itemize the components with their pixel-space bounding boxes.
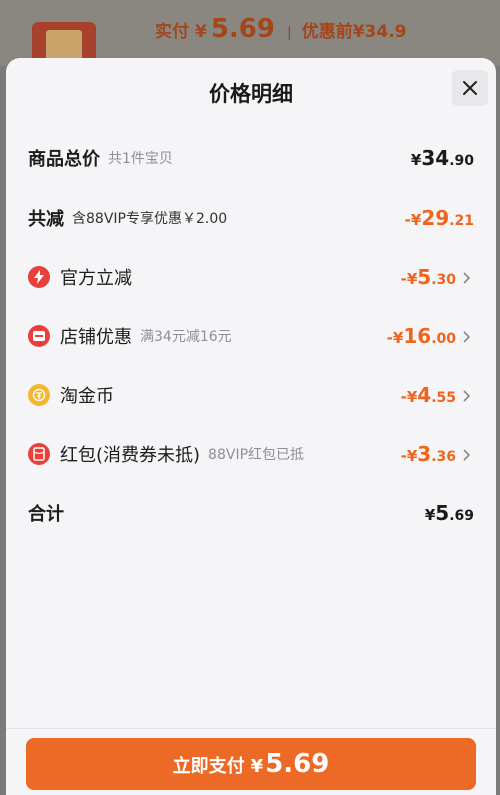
goods-count: 共1件宝贝 [108,151,173,167]
row-sum: 合计 ¥ 5 .69 [28,493,474,533]
original-price: 优惠前¥34.9 [301,22,407,42]
chevron-right-icon [462,389,474,403]
pay-button-currency: ¥ [250,756,264,777]
lightning-icon [28,266,50,288]
total-discount-prefix: -¥ [404,211,422,229]
red-packet-int: 3 [417,442,432,466]
red-packet-dec: .36 [431,449,456,465]
sum-value: ¥ 5 .69 [425,501,474,525]
tao-coins-dec: .55 [431,390,456,406]
tao-coins-label: 淘金币 [60,386,114,407]
price-separator: | [287,25,292,41]
goods-total-int: 34 [421,146,450,170]
sum-int: 5 [435,501,450,525]
chevron-right-icon [462,271,474,285]
chevron-right-icon [462,330,474,344]
store-discount-prefix: -¥ [386,329,404,347]
paid-currency: ¥ [195,22,207,42]
close-button[interactable] [452,70,488,106]
pay-now-button[interactable]: 立即支付 ¥ 5.69 [26,738,476,790]
row-red-packet[interactable]: 红包(消费券未抵) 88VIP红包已抵 -¥ 3 .36 [28,434,474,474]
red-packet-prefix: -¥ [400,447,418,465]
store-discount-value: -¥ 16 .00 [387,324,474,348]
bottom-divider [6,728,496,729]
red-packet-note: 88VIP红包已抵 [208,447,305,463]
goods-total-currency: ¥ [410,151,422,169]
pay-button-label: 立即支付 [172,756,245,777]
red-packet-icon [28,443,50,465]
coin-icon [28,384,50,406]
store-discount-rule: 满34元减16元 [140,329,232,345]
store-coupon-icon [28,325,50,347]
tao-coins-int: 4 [417,383,432,407]
official-discount-int: 5 [417,265,432,289]
price-detail-sheet: 价格明细 商品总价 共1件宝贝 ¥ 34 .90 共减 含88VIP专享优惠￥2… [6,58,496,795]
total-discount-value: -¥ 29 .21 [405,206,474,230]
goods-total-dec: .90 [449,153,474,169]
total-discount-int: 29 [421,206,450,230]
store-discount-int: 16 [403,324,432,348]
official-discount-prefix: -¥ [400,270,418,288]
official-discount-label: 官方立减 [60,268,132,289]
vip-discount-note: 含88VIP专享优惠￥2.00 [72,211,228,227]
paid-label: 实付 [155,22,189,42]
paid-price-summary: 实付 ¥ 5.69 | 优惠前¥34.9 [155,14,407,50]
row-total-discount: 共减 含88VIP专享优惠￥2.00 -¥ 29 .21 [28,198,474,238]
sum-currency: ¥ [424,506,436,524]
sum-dec: .69 [449,508,474,524]
total-discount-label: 共减 [28,209,64,230]
order-summary-bar: 实付 ¥ 5.69 | 优惠前¥34.9 [0,0,500,78]
official-discount-value: -¥ 5 .30 [401,265,474,289]
tao-coins-value: -¥ 4 .55 [401,383,474,407]
official-discount-dec: .30 [431,272,456,288]
total-discount-dec: .21 [449,213,474,229]
goods-total-value: ¥ 34 .90 [411,146,474,170]
goods-total-label: 商品总价 [28,149,100,170]
red-packet-value: -¥ 3 .36 [401,442,474,466]
paid-amount: 5.69 [210,14,275,44]
store-discount-dec: .00 [431,331,456,347]
red-packet-label: 红包(消费券未抵) [60,445,201,466]
row-official-discount[interactable]: 官方立减 -¥ 5 .30 [28,257,474,297]
close-icon [463,81,477,95]
sheet-title: 价格明细 [209,82,293,106]
row-store-discount[interactable]: 店铺优惠 满34元减16元 -¥ 16 .00 [28,316,474,356]
pay-button-amount: 5.69 [265,749,330,779]
chevron-right-icon [462,448,474,462]
tao-coins-prefix: -¥ [400,388,418,406]
sum-label: 合计 [28,504,64,525]
store-discount-label: 店铺优惠 [60,327,132,348]
row-tao-coins[interactable]: 淘金币 -¥ 4 .55 [28,375,474,415]
row-goods-total: 商品总价 共1件宝贝 ¥ 34 .90 [28,138,474,178]
